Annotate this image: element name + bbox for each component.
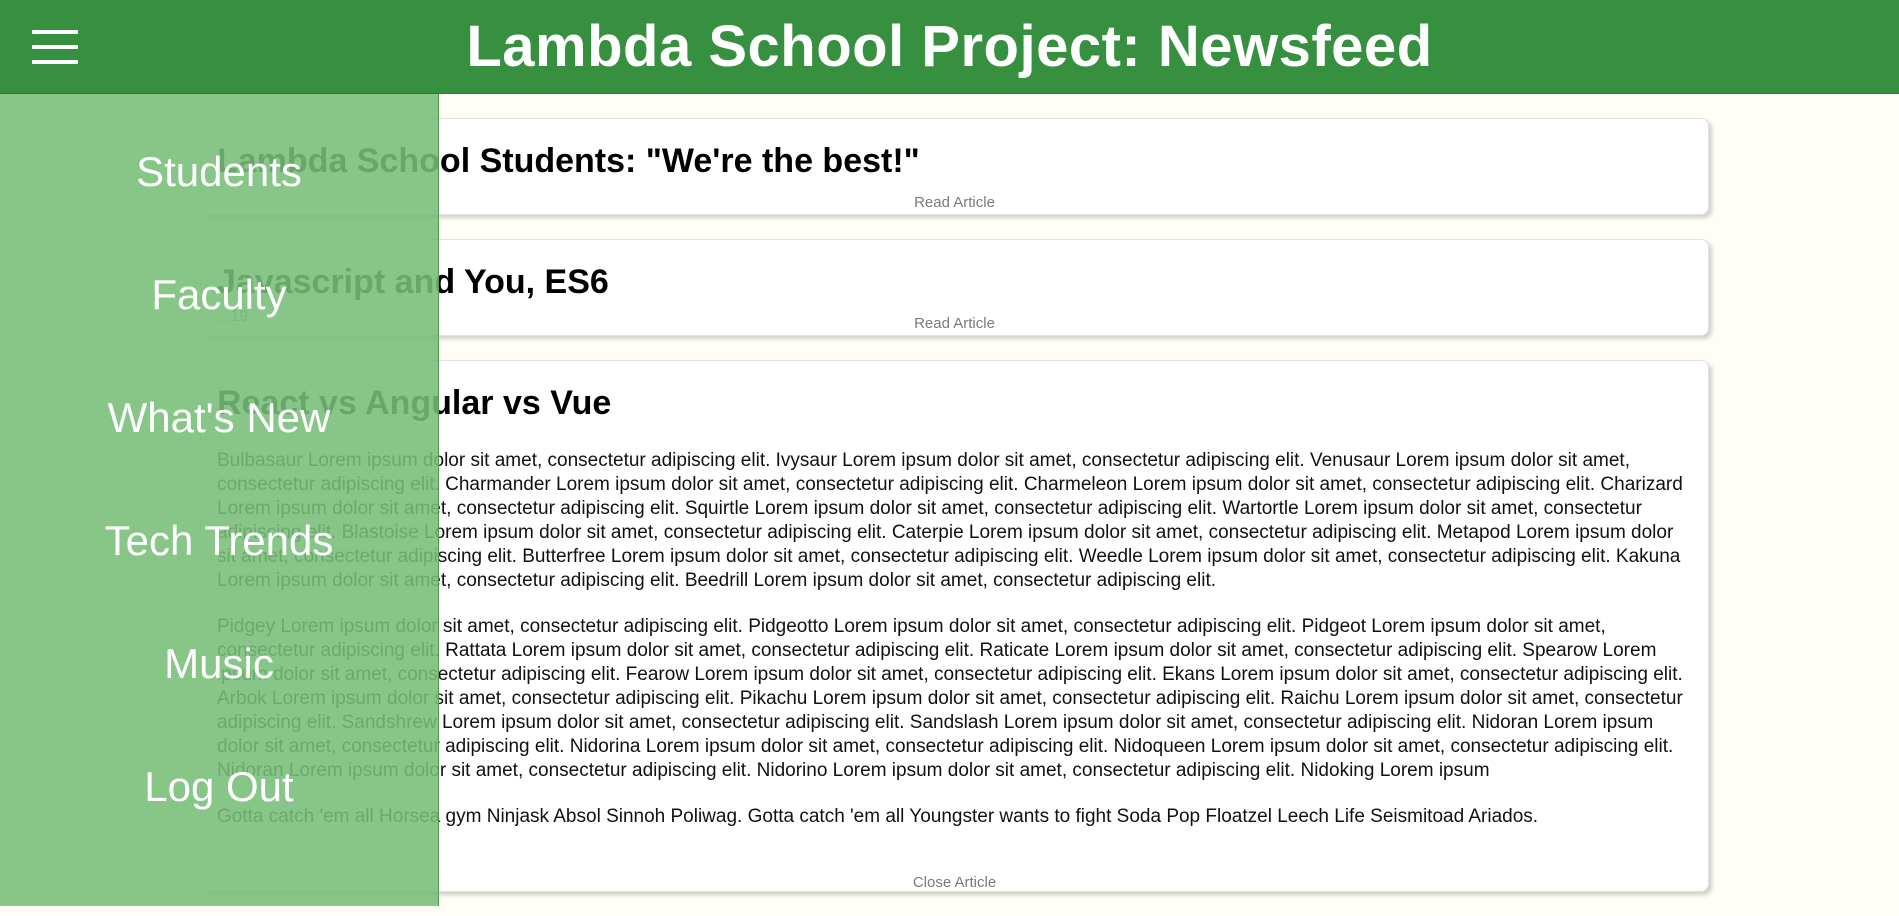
menu-bar: [32, 60, 78, 64]
menu-bar: [32, 45, 78, 49]
menu-item-students[interactable]: Students: [0, 150, 438, 273]
menu-item-tech-trends[interactable]: Tech Trends: [0, 519, 438, 642]
menu-bar: [32, 30, 78, 34]
page-title: Lambda School Project: Newsfeed: [466, 14, 1433, 79]
hamburger-menu-icon[interactable]: [32, 30, 78, 64]
page-header: Lambda School Project: Newsfeed: [0, 0, 1899, 94]
menu-item-whats-new[interactable]: What's New: [0, 396, 438, 519]
menu-list: Students Faculty What's New Tech Trends …: [0, 94, 438, 888]
menu-item-faculty[interactable]: Faculty: [0, 273, 438, 396]
menu-item-music[interactable]: Music: [0, 642, 438, 765]
menu-item-log-out[interactable]: Log Out: [0, 765, 438, 888]
side-menu: Students Faculty What's New Tech Trends …: [0, 94, 439, 906]
